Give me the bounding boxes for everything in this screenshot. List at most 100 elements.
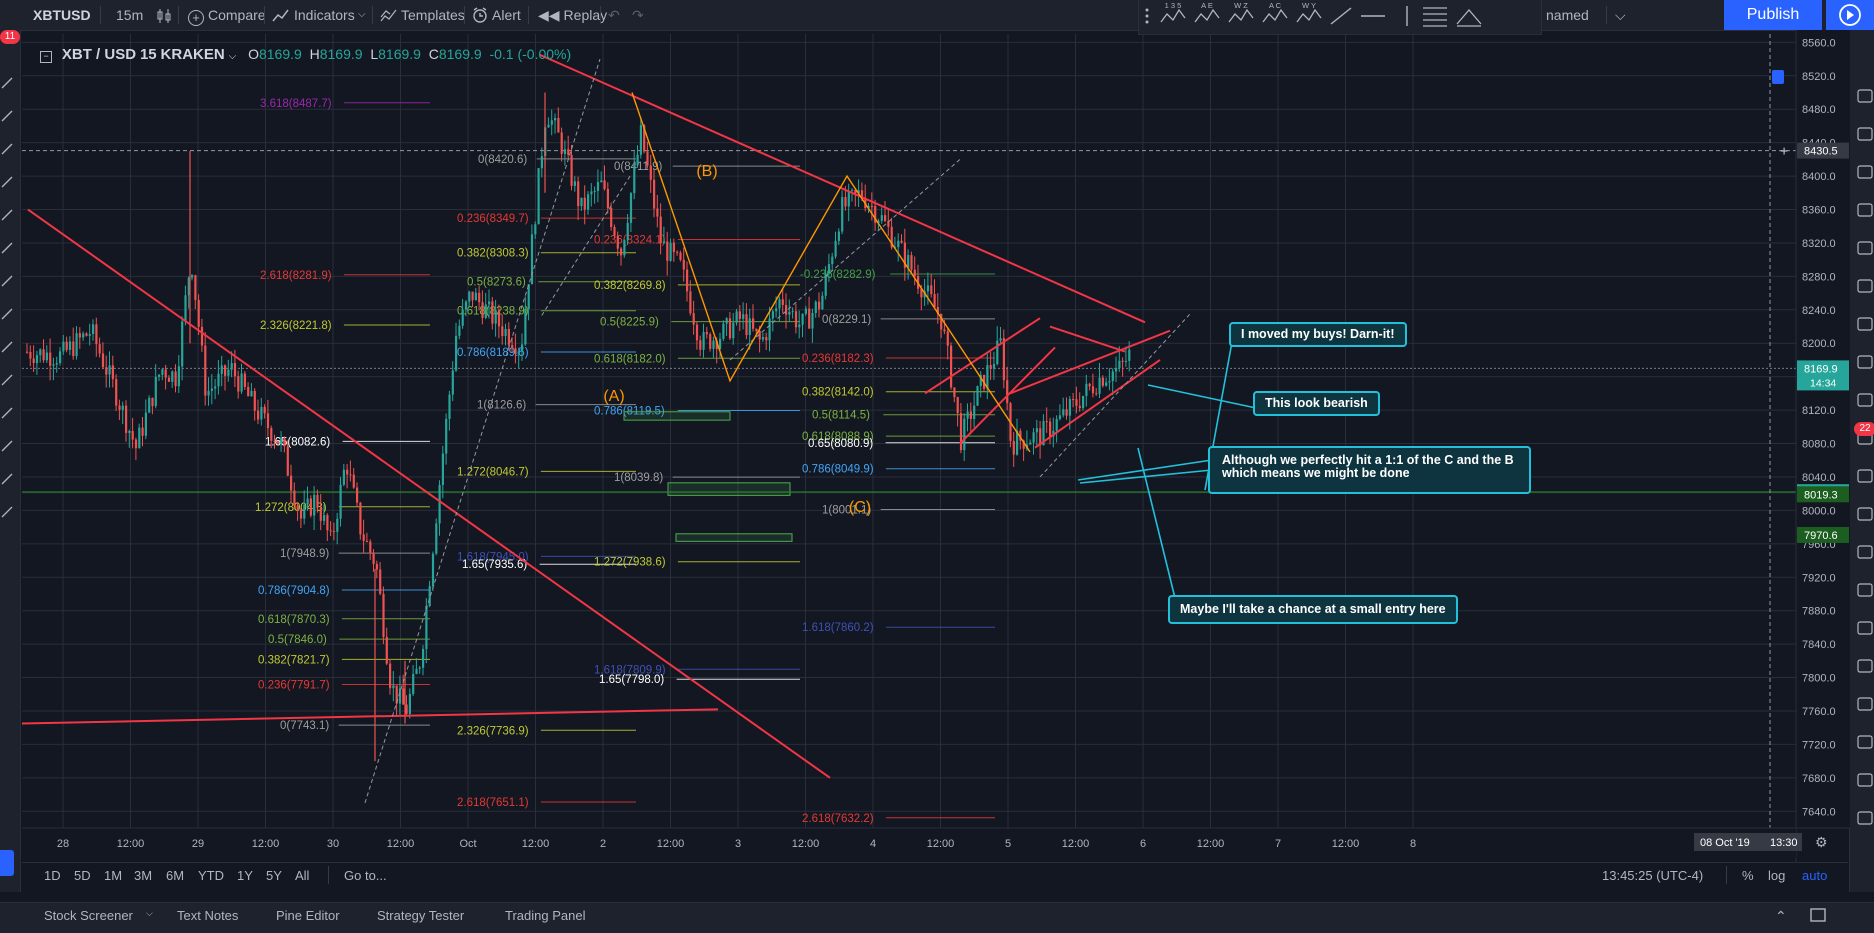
chevron-down-icon[interactable]: ⌵ bbox=[229, 51, 237, 62]
candle-body bbox=[686, 269, 689, 292]
chevron-up-icon[interactable]: ⌃ bbox=[1775, 908, 1787, 925]
candle-body bbox=[293, 490, 296, 506]
symbol-search-button[interactable]: XBTUSD bbox=[33, 0, 91, 30]
trend-line bbox=[21, 708, 719, 725]
replay-button[interactable]: ◀◀ Replay bbox=[538, 0, 607, 30]
left-tool-icon bbox=[1, 308, 13, 320]
candle-body bbox=[758, 330, 761, 340]
candle-body bbox=[794, 311, 798, 328]
maximize-panel-icon[interactable] bbox=[1810, 908, 1826, 925]
alert-button[interactable]: Alert bbox=[472, 0, 521, 30]
candle-body bbox=[623, 240, 626, 256]
tab-strategy-tester[interactable]: Strategy Tester bbox=[377, 908, 464, 923]
templates-button[interactable]: Templates bbox=[380, 0, 465, 30]
interval-button[interactable]: 15m bbox=[116, 0, 143, 30]
left-tool-icon bbox=[1, 407, 13, 419]
candle-body bbox=[187, 277, 190, 296]
projection-line bbox=[539, 175, 631, 319]
range-1m[interactable]: 1M bbox=[104, 868, 122, 883]
candle-body bbox=[851, 189, 854, 191]
notification-badge[interactable]: 11 bbox=[0, 30, 20, 44]
fib-level-label: 1.65(7798.0) bbox=[599, 674, 664, 686]
play-button[interactable] bbox=[1826, 0, 1874, 30]
range-3m[interactable]: 3M bbox=[134, 868, 152, 883]
candle-body bbox=[775, 308, 778, 312]
candle-body bbox=[131, 430, 134, 440]
percent-scale-toggle[interactable]: % bbox=[1742, 868, 1754, 883]
price-chart[interactable]: 3.618(8487.7) 2.618(8281.9) 2.326(8221.8) 1… bbox=[0, 0, 1874, 932]
clock[interactable]: 13:45:25 (UTC-4) bbox=[1602, 868, 1703, 883]
trendline-tool-icon bbox=[1330, 7, 1352, 25]
candle-body bbox=[85, 333, 88, 336]
candle-body bbox=[672, 242, 675, 252]
log-scale-toggle[interactable]: log bbox=[1768, 868, 1785, 883]
time-tick-label: 4 bbox=[870, 838, 876, 850]
layout-name-button[interactable]: named bbox=[1546, 0, 1589, 30]
candle-body bbox=[801, 313, 804, 325]
chat-badge[interactable]: 22 bbox=[1854, 422, 1874, 436]
tab-trading-panel[interactable]: Trading Panel bbox=[505, 908, 585, 923]
candle-body bbox=[286, 446, 289, 476]
callout-one-to-one[interactable]: Although we perfectly hit a 1:1 of the C… bbox=[1208, 446, 1531, 494]
callout-moved-buys[interactable]: I moved my buys! Darn-it! bbox=[1229, 322, 1407, 347]
auto-scale-toggle[interactable]: auto bbox=[1802, 868, 1827, 883]
indicators-button[interactable]: Indicators bbox=[272, 0, 355, 30]
candle-body bbox=[976, 386, 979, 406]
publish-button[interactable]: Publish bbox=[1724, 0, 1822, 30]
candle-body bbox=[653, 179, 656, 209]
callout-bearish[interactable]: This look bearish bbox=[1253, 391, 1380, 416]
compare-button[interactable]: + Compare bbox=[188, 0, 266, 30]
candle-body bbox=[913, 269, 916, 277]
callout-small-entry[interactable]: Maybe I'll take a chance at a small entr… bbox=[1168, 595, 1458, 624]
candles-icon[interactable] bbox=[157, 0, 171, 30]
left-tool-icon bbox=[1, 209, 13, 221]
range-5y[interactable]: 5Y bbox=[266, 868, 282, 883]
candle-body bbox=[682, 259, 685, 270]
candle-body bbox=[428, 586, 431, 607]
range-1d[interactable]: 1D bbox=[44, 868, 61, 883]
tab-text-notes[interactable]: Text Notes bbox=[177, 908, 238, 923]
candle-body bbox=[177, 366, 180, 387]
range-5d[interactable]: 5D bbox=[74, 868, 91, 883]
candle-body bbox=[290, 475, 293, 491]
redo-icon[interactable]: ↷ bbox=[632, 0, 644, 30]
undo-icon[interactable]: ↶ bbox=[608, 0, 620, 30]
compare-label: Compare bbox=[208, 7, 266, 23]
legend-pair[interactable]: XBT / USD bbox=[62, 46, 136, 63]
candle-body bbox=[95, 324, 98, 345]
candle-body bbox=[738, 311, 741, 319]
candle-body bbox=[1045, 421, 1048, 423]
magnet-lock-icon[interactable] bbox=[0, 850, 14, 876]
candle-body bbox=[92, 324, 95, 334]
candle-body bbox=[72, 341, 75, 357]
candle-body bbox=[950, 345, 953, 388]
candle-body bbox=[280, 437, 283, 444]
candle-body bbox=[118, 405, 121, 410]
chart-settings-icon: ⚙ bbox=[1815, 834, 1828, 850]
crosshair-plus-icon: + bbox=[1780, 143, 1788, 159]
candle-body bbox=[1105, 382, 1108, 386]
fib-level-label: 1.272(8046.7) bbox=[457, 466, 529, 478]
left-drawing-toolbar: 11 bbox=[0, 30, 21, 892]
price-tick-label: 8160.0 bbox=[1802, 372, 1836, 384]
chevron-down-icon[interactable]: ⌵ bbox=[1615, 0, 1626, 30]
candle-body bbox=[534, 224, 537, 235]
candle-body bbox=[445, 418, 448, 454]
candle-body bbox=[867, 205, 870, 209]
range-1y[interactable]: 1Y bbox=[237, 868, 253, 883]
fib-level-label: 0.5(8114.5) bbox=[812, 410, 870, 422]
wave-label: (A) bbox=[603, 388, 624, 405]
range-6m[interactable]: 6M bbox=[166, 868, 184, 883]
time-tick-label: 2 bbox=[600, 838, 606, 850]
tab-stock-screener[interactable]: Stock Screener bbox=[44, 908, 133, 923]
chevron-down-icon[interactable]: ⌵ bbox=[358, 0, 366, 30]
goto-button[interactable]: Go to... bbox=[344, 868, 387, 883]
range-ytd[interactable]: YTD bbox=[198, 868, 224, 883]
price-tick-label: 8320.0 bbox=[1802, 238, 1836, 250]
collapse-icon[interactable]: − bbox=[40, 51, 52, 63]
range-all[interactable]: All bbox=[295, 868, 309, 883]
candle-body bbox=[590, 191, 593, 195]
chevron-down-icon[interactable]: ⌵ bbox=[146, 908, 153, 919]
tab-pine-editor[interactable]: Pine Editor bbox=[276, 908, 340, 923]
right-panel-icon bbox=[1857, 621, 1873, 635]
